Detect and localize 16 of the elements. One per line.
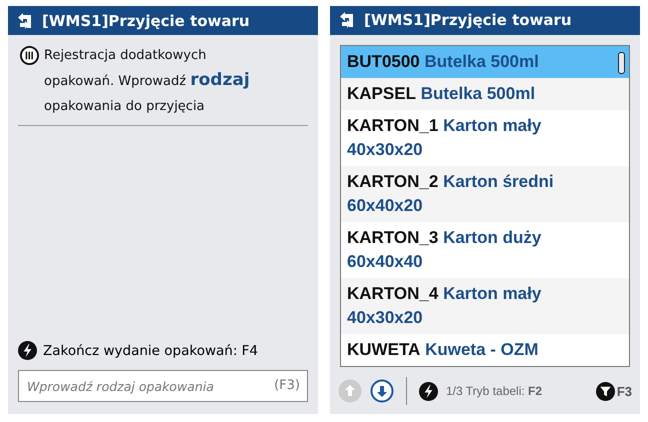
lightning-icon	[419, 382, 438, 401]
window-title: [WMS1]Przyjęcie towaru	[42, 12, 250, 30]
filter-icon[interactable]	[596, 382, 615, 401]
list-item[interactable]: KARTON_4 Karton mały 40x30x20	[341, 278, 629, 334]
list-item[interactable]: KARTON_2 Karton średni 60x40x20	[341, 166, 629, 222]
barcode-icon	[20, 46, 39, 65]
lightning-icon	[18, 341, 37, 360]
table-mode-text: 1/3 Tryb tabeli: F2	[446, 384, 542, 398]
instruction-text: Rejestracja dodatkowych opakowań. Wprowadź rodzaj opakowania do przyjęcia	[44, 47, 251, 116]
filter-shortcut: F3	[616, 384, 632, 399]
window-title: [WMS1]Przyjęcie towaru	[364, 11, 572, 30]
finish-shortcut-text: Zakończ wydanie opakowań: F4	[43, 342, 258, 358]
shortcut-hint: (F3)	[274, 378, 300, 393]
list-item[interactable]: BUT0500 Butelka 500ml	[341, 46, 629, 78]
scrollbar-thumb[interactable]	[618, 52, 625, 74]
list-item[interactable]: KAPSEL Butelka 500ml	[341, 78, 629, 110]
